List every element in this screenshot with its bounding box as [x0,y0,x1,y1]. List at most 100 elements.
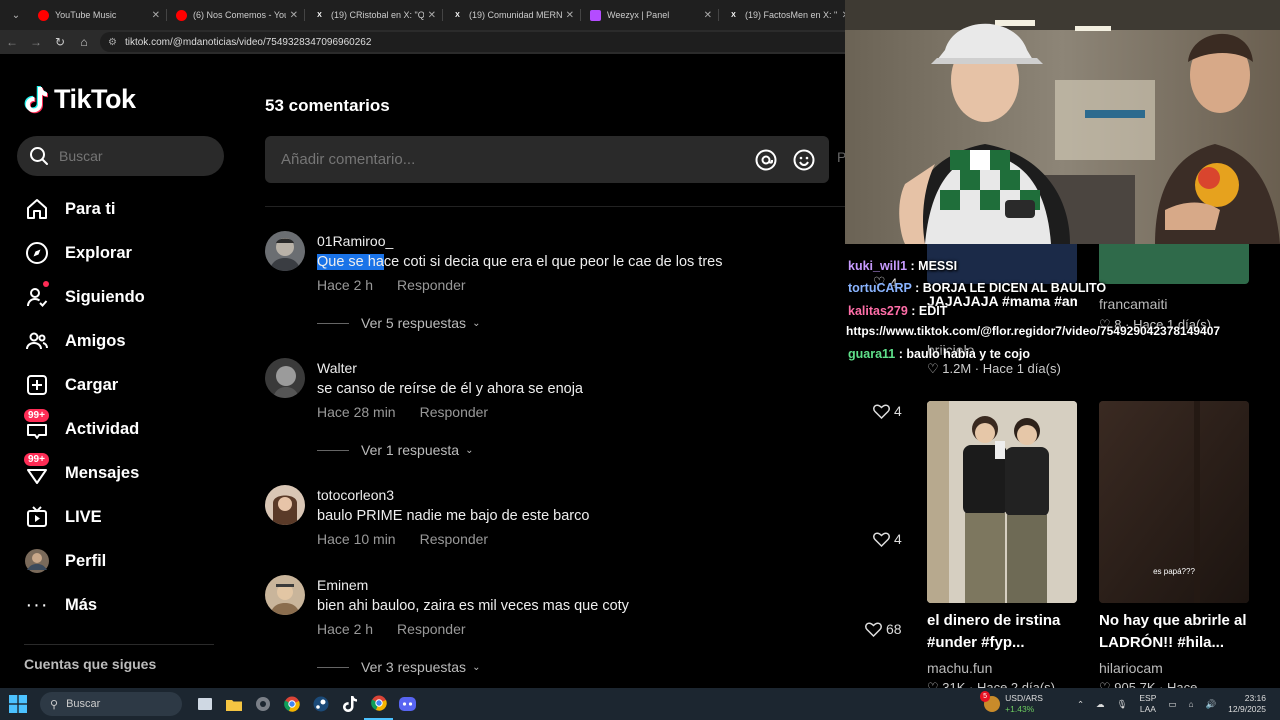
close-icon[interactable]: ✕ [152,10,160,21]
discord-icon[interactable] [393,688,422,720]
sidebar-item-para-ti[interactable]: Para ti [24,187,234,231]
avatar[interactable] [265,575,305,615]
clock-date: 12/9/2025 [1228,704,1266,714]
view-replies-button[interactable]: Ver 5 respuestas ⌄ [317,315,480,331]
comment-username[interactable]: totocorleon3 [317,487,394,503]
search-input[interactable] [59,148,209,164]
chat-username: tortuCARP [848,281,912,295]
display-icon[interactable]: ▭ [1168,699,1176,710]
reload-icon[interactable]: ↻ [48,30,72,54]
back-icon[interactable]: ← [0,30,24,54]
video-title[interactable]: el dinero de irstina #under #fyp... [927,610,1077,654]
emoji-icon[interactable] [791,147,817,173]
sidebar-item-live[interactable]: LIVE [24,495,234,539]
comment-composer[interactable] [265,136,829,183]
comment-username[interactable]: Eminem [317,577,368,593]
new-dot [43,281,49,287]
view-replies-label: Ver 3 respuestas [361,659,467,675]
tiktok-logo[interactable]: TikTok [24,84,136,115]
clock-time: 23:16 [1244,693,1266,703]
close-icon[interactable]: ✕ [428,10,436,21]
volume-icon[interactable]: 🔊 [1206,699,1217,710]
steam-icon[interactable] [306,688,335,720]
sidebar-item-cargar[interactable]: Cargar [24,363,234,407]
chrome-icon[interactable] [277,688,306,720]
tiktok-app-icon[interactable] [335,688,364,720]
comment-like-count[interactable]: 4 [873,531,902,547]
search-box[interactable] [17,136,224,176]
chat-username: guara11 [848,347,896,361]
video-stats-text: 31K · Hace 2 día(s) [942,680,1055,688]
comment-username[interactable]: 01Ramiroo_ [317,233,393,249]
view-replies-button[interactable]: Ver 3 respuestas ⌄ [317,659,480,675]
mention-icon[interactable] [753,147,779,173]
avatar[interactable] [265,231,305,271]
reply-button[interactable]: Responder [420,404,489,420]
language-indicator[interactable]: ESP LAA [1139,693,1156,715]
settings-app-icon[interactable] [248,688,277,720]
browser-tab-6[interactable]: X (19) FactosMen en X: "ME ✕ [718,0,856,30]
taskbar-search[interactable]: ⚲ Buscar [40,692,182,716]
sidebar-item-siguiendo[interactable]: Siguiendo [24,275,234,319]
comment-item: Walter se canso de reírse de él y ahora … [265,358,825,468]
forward-icon[interactable]: → [24,30,48,54]
reply-button[interactable]: Responder [397,277,466,293]
microphone-icon[interactable]: 🎙 [1117,699,1128,710]
onedrive-icon[interactable]: ☁ [1096,699,1105,710]
sidebar-item-actividad[interactable]: 99+ Actividad [24,407,234,451]
video-thumbnail[interactable] [927,401,1077,603]
comment-input[interactable] [281,151,753,168]
notification-badge: 99+ [24,453,49,466]
browser-tab-5[interactable]: Weezyx | Panel ✕ [580,0,718,30]
view-replies-label: Ver 5 respuestas [361,315,467,331]
sidebar-item-label: Cargar [65,375,119,394]
comment-time: Hace 10 min [317,531,396,547]
browser-tab-4[interactable]: X (19) Comunidad MERNOS ✕ [442,0,580,30]
clock[interactable]: 23:16 12/9/2025 [1228,693,1266,715]
site-info-icon[interactable]: ⚙ [108,37,117,48]
chevron-up-icon[interactable]: ⌃ [1077,699,1084,710]
comment-like-count[interactable]: 4 [873,403,902,419]
reply-button[interactable]: Responder [420,531,489,547]
close-icon[interactable]: ✕ [566,10,574,21]
video-author[interactable]: machu.fun [927,660,992,676]
sidebar-item-perfil[interactable]: Perfil [24,539,234,583]
chat-text: baulo habia y te cojo [906,347,1031,361]
browser-tab-1[interactable]: YouTube Music ✕ [28,0,166,30]
sidebar-item-mas[interactable]: ··· Más [24,583,234,627]
browser-tab-2[interactable]: (6) Nos Comemos - YouTube ✕ [166,0,304,30]
chrome-active-icon[interactable] [364,688,393,720]
avatar[interactable] [265,358,305,398]
address-bar[interactable]: ⚙ tiktok.com/@mdanoticias/video/75493283… [100,32,860,52]
windows-start-icon[interactable] [0,688,36,720]
video-thumbnail[interactable]: es papá??? [1099,401,1249,603]
view-replies-button[interactable]: Ver 1 respuesta ⌄ [317,442,473,458]
avatar [24,548,50,574]
task-view-icon[interactable] [190,688,219,720]
video-stats-text: 905.7K · Hace [1114,680,1198,688]
file-explorer-icon[interactable] [219,688,248,720]
layout-label: LAA [1139,704,1156,714]
reply-button[interactable]: Responder [397,621,466,637]
tab-search-chevron-icon[interactable]: ⌄ [4,3,28,27]
sidebar-item-explorar[interactable]: Explorar [24,231,234,275]
home-icon[interactable]: ⌂ [72,30,96,54]
browser-tab-3[interactable]: X (19) CRistobal en X: "Qu ✕ [304,0,442,30]
avatar[interactable] [265,485,305,525]
weezyx-icon [590,9,601,21]
network-icon[interactable]: ⌂ [1188,699,1193,710]
comment-item: totocorleon3 baulo PRIME nadie me bajo d… [265,485,825,555]
video-author[interactable]: hilariocam [1099,660,1163,676]
close-icon[interactable]: ✕ [290,10,298,21]
video-title[interactable]: No hay que abrirle al LADRÓN!! #hila... [1099,610,1259,654]
comment-like-count[interactable]: 68 [865,621,902,637]
comment-username[interactable]: Walter [317,360,357,376]
sidebar-item-mensajes[interactable]: 99+ Mensajes [24,451,234,495]
close-icon[interactable]: ✕ [704,10,712,21]
post-button[interactable]: P [837,149,845,165]
sidebar-item-amigos[interactable]: Amigos [24,319,234,363]
chevron-down-icon: ⌄ [472,661,481,673]
taskbar: ⚲ Buscar 5 USD/ARS +1.43% ⌃ ☁ 🎙 ESP LAA ▭… [0,688,1280,720]
tab-title: YouTube Music [55,10,117,20]
stock-widget[interactable]: 5 USD/ARS +1.43% [980,691,1043,715]
